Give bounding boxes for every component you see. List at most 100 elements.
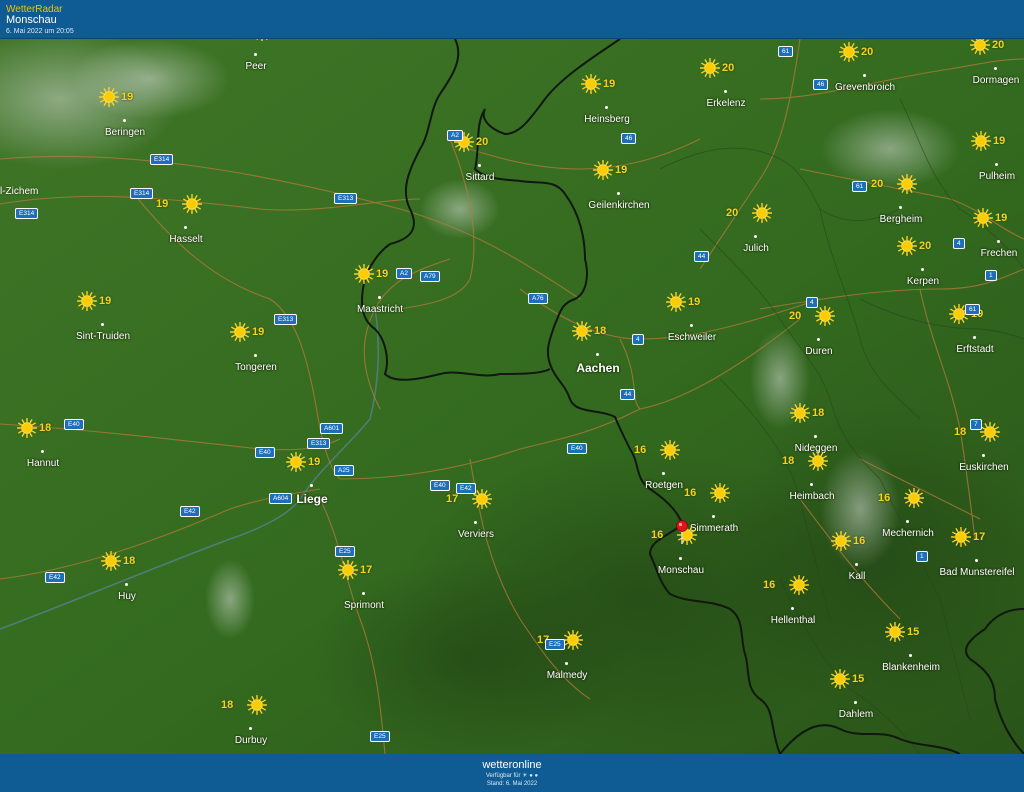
road-badge: E40 [567, 443, 587, 454]
temperature-label: 18 [39, 422, 52, 434]
city-dot [101, 323, 104, 326]
temperature-label: 17 [360, 564, 373, 576]
road-badge: 4 [953, 238, 965, 249]
city-dot [310, 484, 313, 487]
city-dot [679, 557, 682, 560]
city-dot [125, 583, 128, 586]
road-badge: A601 [320, 423, 344, 434]
city-name: Kerpen [906, 276, 940, 287]
road-badge: 61 [965, 304, 981, 315]
sun-icon [789, 575, 809, 595]
sun-icon [247, 695, 267, 715]
temperature-label: 19 [99, 295, 112, 307]
weather-map[interactable]: 19 Peer 19 Beringen 19 Hasselt 19 Sint-Truiden 1… [0, 39, 1024, 754]
city-name: Mechernich [882, 528, 934, 539]
city-name: Hannut [26, 458, 60, 469]
city-dot [973, 336, 976, 339]
temperature-label: 19 [995, 212, 1008, 224]
sun-icon [904, 488, 924, 508]
road-badge: 44 [620, 389, 636, 400]
sun-icon [973, 208, 993, 228]
temperature-label: 17 [446, 493, 459, 505]
road-badge: A604 [269, 493, 293, 504]
road-badge: 1 [985, 270, 997, 281]
sun-icon [77, 291, 97, 311]
city-name: Heimbach [789, 491, 835, 502]
city-name: Simmerath [689, 523, 739, 534]
temperature-label: 18 [594, 325, 607, 337]
sun-icon [897, 236, 917, 256]
wetteronline-logo[interactable]: wetteronline [0, 759, 1024, 771]
sun-icon [230, 322, 250, 342]
temperature-label: 15 [907, 626, 920, 638]
sun-icon [286, 452, 306, 472]
city-dot [814, 435, 817, 438]
sun-icon [338, 560, 358, 580]
road-badge: 46 [621, 133, 637, 144]
sun-icon [980, 422, 1000, 442]
city-dot [909, 654, 912, 657]
city-dot [855, 563, 858, 566]
location-pin-icon[interactable] [676, 520, 688, 544]
city-name: Durbuy [234, 735, 268, 746]
sun-icon [252, 39, 272, 41]
city-dot [565, 662, 568, 665]
app-header: WetterRadar Monschau 6. Mai 2022 um 20:0… [0, 0, 1024, 39]
road-badge: 4 [632, 334, 644, 345]
sun-icon [808, 451, 828, 471]
city-name: Eschweiler [667, 332, 717, 343]
city-name: Blankenheim [882, 662, 940, 673]
sun-icon [563, 630, 583, 650]
road-badge: E314 [150, 154, 174, 165]
city-dot [254, 354, 257, 357]
city-dot [921, 268, 924, 271]
road-badge: A2 [396, 268, 412, 279]
sun-icon [897, 174, 917, 194]
city-name: Frechen [980, 248, 1018, 259]
sun-icon [815, 306, 835, 326]
sun-icon [752, 203, 772, 223]
city-name: Tongeren [235, 362, 277, 373]
city-name: Monschau [657, 565, 705, 576]
road-badge: A25 [334, 465, 354, 476]
city-dot [863, 74, 866, 77]
city-dot [690, 324, 693, 327]
city-dot [817, 338, 820, 341]
city-name: Bad Munstereifel [939, 567, 1015, 578]
city-dot [975, 559, 978, 562]
city-name: Sint-Truiden [75, 331, 131, 342]
temperature-label: 16 [763, 579, 776, 591]
sun-icon [354, 264, 374, 284]
city-name: Verviers [457, 529, 495, 540]
road-badge: 44 [694, 251, 710, 262]
city-dot [605, 106, 608, 109]
city-dot [791, 607, 794, 610]
temperature-label: 19 [376, 268, 389, 280]
city-name: Aachen [576, 361, 620, 375]
sun-icon [17, 418, 37, 438]
sun-icon [790, 403, 810, 423]
temperature-label: 16 [853, 535, 866, 547]
sun-icon [99, 87, 119, 107]
city-name: Sprimont [343, 600, 384, 611]
temperature-label: 16 [684, 487, 697, 499]
sun-icon [839, 42, 859, 62]
temperature-label: 20 [722, 62, 735, 74]
road-badge: E42 [45, 572, 65, 583]
road-badge: E40 [255, 447, 275, 458]
map-terrain [0, 39, 1024, 754]
city-dot [184, 226, 187, 229]
timestamp: 6. Mai 2022 um 20:05 [6, 28, 74, 35]
road-badge: E25 [545, 639, 565, 650]
stand-note: Stand: 6. Mai 2022 [486, 781, 538, 787]
temperature-label: 20 [726, 207, 739, 219]
road-badge: E313 [307, 438, 331, 449]
temperature-label: 20 [789, 310, 802, 322]
temperature-label: 19 [603, 78, 616, 90]
temperature-label: 18 [954, 426, 967, 438]
city-dot [474, 521, 477, 524]
temperature-label: 15 [852, 673, 865, 685]
temperature-label: 20 [871, 178, 884, 190]
temperature-label: 19 [252, 326, 265, 338]
city-name: Beringen [104, 127, 146, 138]
